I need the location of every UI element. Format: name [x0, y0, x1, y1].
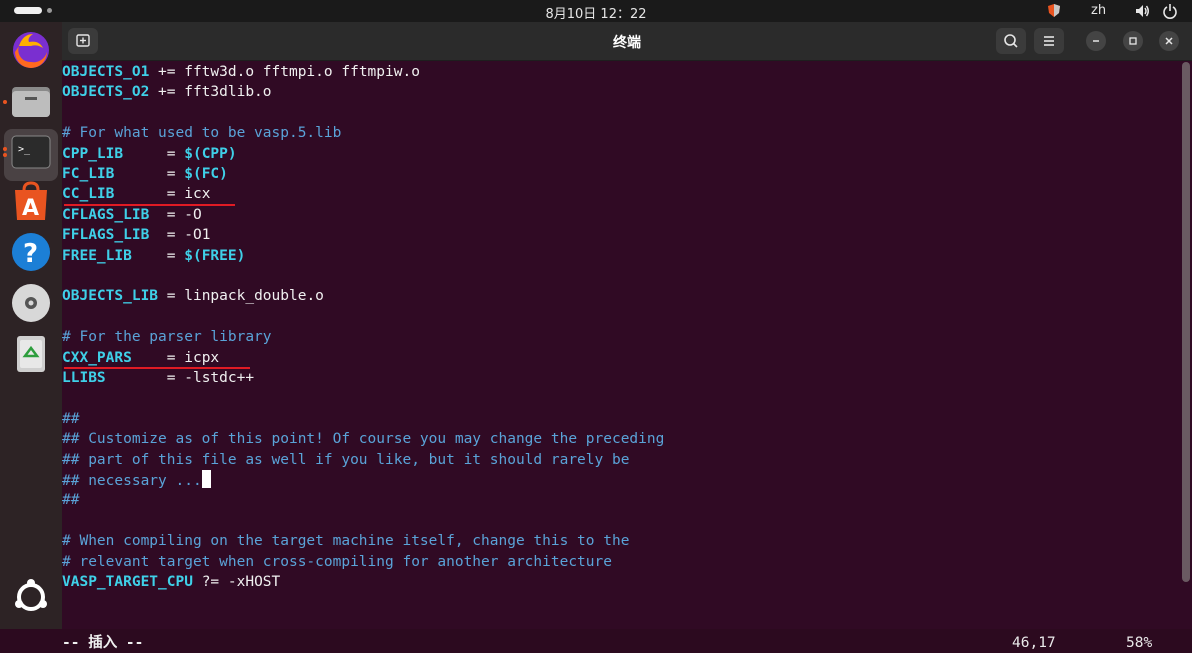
operator: =	[166, 349, 185, 366]
operator: =	[166, 186, 185, 203]
code-line: CFLAGS_LIB = -O	[62, 205, 202, 225]
variable-value: $(FC)	[184, 166, 228, 182]
code-line: OBJECTS_O1 += fftw3d.o fftmpi.o fftmpiw.…	[62, 62, 420, 82]
variable-name: CPP_LIB	[62, 145, 167, 162]
variable-name: CFLAGS_LIB	[62, 206, 167, 223]
running-indicator	[3, 100, 7, 104]
restore-icon	[1129, 37, 1137, 45]
close-button[interactable]	[1159, 31, 1179, 51]
comment-line: # When compiling on the target machine i…	[62, 533, 630, 550]
variable-value: $(FREE)	[184, 247, 246, 264]
operator: =	[166, 166, 185, 182]
variable-value: += fft3dlib.o	[158, 84, 272, 101]
operator: =	[166, 145, 185, 162]
code-line: OBJECTS_O2 += fft3dlib.o	[62, 82, 272, 102]
comment-line: # For the parser library	[62, 329, 272, 346]
operator: =	[166, 247, 185, 264]
code-line: FREE_LIB = $(FREE)	[62, 246, 245, 266]
scroll-percent: 58%	[1126, 635, 1153, 651]
variable-name: FC_LIB	[62, 166, 167, 182]
files-icon[interactable]	[9, 79, 53, 123]
volume-icon[interactable]	[1134, 3, 1150, 19]
svg-text:?: ?	[23, 239, 38, 269]
operator: =	[166, 288, 185, 305]
code-line: OBJECTS_LIB = linpack_double.o	[62, 286, 324, 306]
code-line: VASP_TARGET_CPU ?= -xHOST	[62, 572, 280, 592]
top-bar: 8月10日 12：22 zh	[0, 0, 1192, 22]
variable-value: -xHOST	[227, 574, 281, 590]
variable-value: -O	[184, 206, 202, 223]
operator: ?=	[201, 574, 228, 590]
terminal-window: 终端 OBJECTS_O1 += fftw3d.o fftmpi.o fftmp…	[62, 22, 1192, 651]
code-line: FFLAGS_LIB = -O1	[62, 225, 210, 245]
variable-value: -lstdc++	[184, 370, 255, 386]
comment-line: ##	[62, 410, 80, 427]
variable-value: icx	[184, 186, 211, 203]
vim-mode-indicator: -- 插入 --	[62, 635, 144, 651]
variable-name: LLIBS	[62, 370, 167, 386]
variable-name: OBJECTS_O2	[62, 84, 159, 101]
input-language[interactable]: zh	[1091, 3, 1106, 18]
svg-text:>_: >_	[18, 144, 31, 155]
variable-name: OBJECTS_LIB	[62, 288, 167, 305]
code-line: CPP_LIB = $(CPP)	[62, 144, 237, 164]
comment-line: ## Customize as of this point! Of course…	[62, 431, 665, 448]
variable-value: $(CPP)	[184, 145, 237, 162]
text-cursor	[201, 470, 211, 488]
comment-line: # For what used to be vasp.5.lib	[62, 125, 342, 142]
cursor-position: 46,17	[1012, 635, 1056, 651]
operator: =	[166, 206, 185, 223]
comment-line: ## part of this file as well if you like…	[62, 451, 630, 468]
trash-icon[interactable]	[9, 332, 53, 376]
red-underline-cc-lib	[64, 204, 235, 206]
code-line: FC_LIB = $(FC)	[62, 164, 228, 184]
svg-text:A: A	[22, 196, 39, 221]
restore-button[interactable]	[1123, 31, 1143, 51]
red-underline-cxx-pars	[64, 367, 250, 369]
operator: =	[166, 370, 185, 386]
variable-value: icpx	[184, 349, 220, 366]
variable-value: linpack_double.o	[184, 288, 324, 305]
variable-value: -O1	[184, 227, 211, 244]
search-icon	[1004, 34, 1018, 48]
hamburger-icon	[1044, 36, 1054, 46]
variable-name: FFLAGS_LIB	[62, 227, 167, 244]
running-indicator	[3, 153, 7, 157]
code-line: CXX_PARS = icpx	[62, 348, 219, 368]
firefox-icon[interactable]	[9, 28, 53, 72]
operator: =	[166, 227, 185, 244]
variable-name: CC_LIB	[62, 186, 167, 203]
running-indicator	[3, 147, 7, 151]
search-button[interactable]	[996, 28, 1026, 54]
variable-name: CXX_PARS	[62, 349, 167, 366]
variable-name: FREE_LIB	[62, 247, 167, 264]
comment-line-with-cursor: ## necessary ...	[62, 470, 211, 490]
variable-name: VASP_TARGET_CPU	[62, 574, 202, 590]
disc-icon[interactable]	[9, 281, 53, 325]
clock[interactable]: 8月10日 12：22	[0, 3, 1192, 22]
power-icon[interactable]	[1162, 3, 1178, 19]
variable-value: += fftw3d.o fftmpi.o fftmpiw.o	[158, 64, 420, 80]
menu-button[interactable]	[1034, 28, 1064, 54]
minimize-button[interactable]	[1086, 31, 1106, 51]
show-apps-icon[interactable]	[9, 575, 53, 619]
help-icon[interactable]: ?	[9, 230, 53, 274]
minimize-icon	[1093, 40, 1099, 42]
dock: >_ A ?	[0, 22, 62, 629]
shield-icon[interactable]	[1047, 3, 1061, 18]
header-bar: 终端	[62, 22, 1192, 61]
terminal-icon[interactable]: >_	[9, 130, 53, 174]
code-line: CC_LIB = icx	[62, 184, 210, 204]
app-center-icon[interactable]: A	[9, 180, 53, 224]
comment-line: ##	[62, 492, 80, 509]
scrollbar[interactable]	[1182, 62, 1190, 582]
comment-text: ## necessary ...	[62, 473, 202, 489]
close-icon	[1165, 37, 1173, 45]
comment-line: # relevant target when cross-compiling f…	[62, 553, 612, 570]
terminal-content[interactable]: OBJECTS_O1 += fftw3d.o fftmpi.o fftmpiw.…	[62, 62, 1180, 651]
code-line: LLIBS = -lstdc++	[62, 368, 254, 388]
variable-name: OBJECTS_O1	[62, 64, 159, 80]
